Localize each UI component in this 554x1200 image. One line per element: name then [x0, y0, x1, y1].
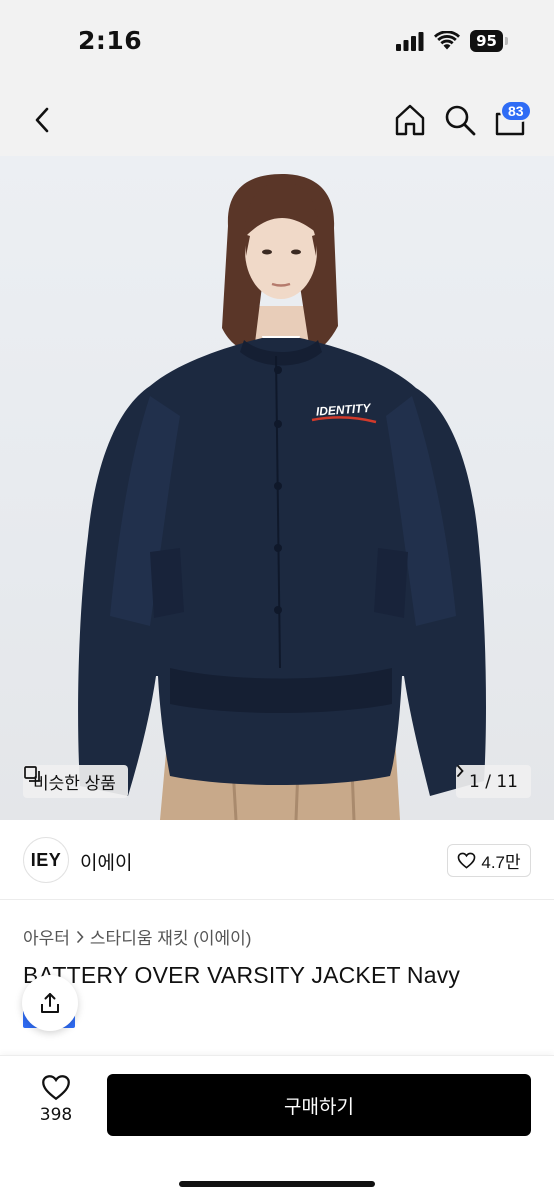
battery-tip — [505, 37, 508, 45]
navigation-bar — [0, 84, 554, 156]
cart-count-badge: 83 — [500, 100, 532, 122]
chevron-right-icon — [457, 765, 464, 777]
similar-products-button[interactable]: 비슷한 상품 — [23, 765, 128, 798]
image-pager[interactable]: 1 / 11 — [456, 765, 531, 798]
similar-products-label: 비슷한 상품 — [33, 774, 116, 793]
status-bar: 2:16 95 — [0, 0, 554, 84]
home-icon — [395, 104, 425, 136]
wishlist-button[interactable]: 398 — [30, 1074, 82, 1125]
pager-text: 1 / 11 — [469, 771, 518, 792]
status-icons: 95 — [396, 30, 508, 52]
brand-row: IEY 이에이 4.7만 — [0, 820, 554, 900]
battery-indicator: 95 — [470, 30, 503, 52]
back-icon — [35, 107, 49, 133]
buy-button[interactable]: 구매하기 — [107, 1074, 531, 1136]
breadcrumb-category[interactable]: 아우터 — [23, 924, 70, 949]
search-button[interactable] — [442, 102, 478, 138]
back-button[interactable] — [24, 102, 60, 138]
breadcrumb: 아우터 스타디움 재킷 (이에이) — [23, 924, 251, 949]
brand-like-button[interactable]: 4.7만 — [447, 844, 531, 877]
home-button[interactable] — [392, 102, 428, 138]
home-indicator — [179, 1181, 375, 1187]
wifi-icon — [434, 31, 461, 50]
heart-icon — [42, 1075, 70, 1101]
chevron-right-icon — [77, 930, 84, 943]
signal-icon — [396, 32, 424, 51]
brand-logo[interactable]: IEY — [23, 837, 69, 883]
purchase-bar: 398 구매하기 — [0, 1055, 554, 1200]
share-button[interactable] — [22, 975, 78, 1031]
product-photo: IDENTITY — [78, 174, 486, 820]
breadcrumb-subcategory[interactable]: 스타디움 재킷 (이에이) — [90, 924, 252, 949]
wishlist-count: 398 — [39, 1105, 73, 1125]
share-icon — [41, 993, 59, 1013]
brand-name[interactable]: 이에이 — [80, 848, 132, 875]
status-time: 2:16 — [78, 26, 143, 55]
product-image[interactable]: IDENTITY 비슷한 상품 1 / 11 — [0, 156, 554, 820]
similar-icon — [24, 766, 40, 782]
product-title: BATTERY OVER VARSITY JACKET Navy — [23, 962, 461, 988]
brand-like-count: 4.7만 — [481, 853, 521, 872]
search-icon — [445, 105, 476, 136]
heart-icon — [458, 852, 476, 869]
